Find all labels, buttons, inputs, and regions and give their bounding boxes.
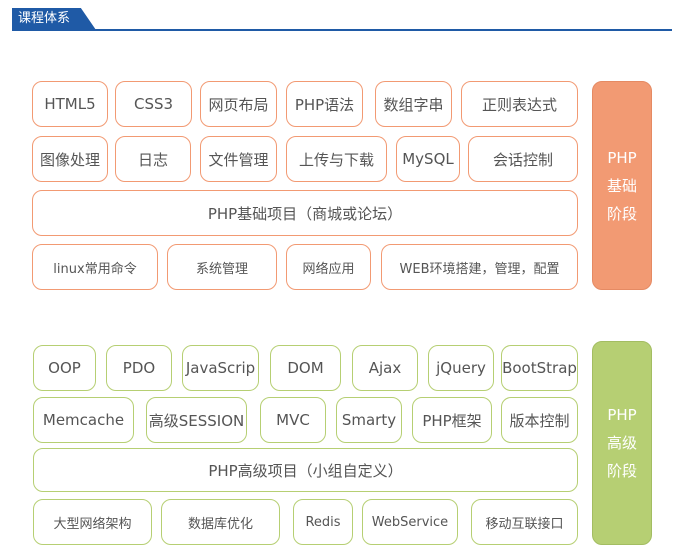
basic-stage-label: PHP 基础 阶段 — [592, 81, 652, 290]
topic-box: BootStrap — [501, 345, 578, 391]
topic-box: PHP语法 — [286, 81, 363, 127]
topic-box: 网络应用 — [286, 244, 371, 290]
stage-label-line: PHP — [607, 148, 637, 167]
topic-box: CSS3 — [115, 81, 192, 127]
topic-box: OOP — [33, 345, 96, 391]
stage-label-line: 高级 — [606, 434, 637, 452]
topic-box: 版本控制 — [501, 397, 578, 443]
topic-box: 移动互联接口 — [471, 499, 578, 545]
topic-box: Redis — [293, 499, 353, 545]
topic-box: 网页布局 — [200, 81, 277, 127]
topic-box: 系统管理 — [167, 244, 277, 290]
topic-box: JavaScrip — [182, 345, 259, 391]
stage-label-line: 基础 — [606, 176, 637, 195]
project-box: PHP基础项目（商城或论坛） — [32, 190, 578, 236]
topic-box: 图像处理 — [32, 136, 108, 182]
stage-label-line: 阶段 — [606, 462, 637, 480]
topic-box: PHP框架 — [412, 397, 492, 443]
topic-box: WebService — [362, 499, 458, 545]
stage-label-line: PHP — [607, 406, 637, 424]
project-box: PHP高级项目（小组自定义） — [33, 448, 578, 492]
section-title: 课程体系 — [12, 8, 96, 30]
header-divider — [12, 29, 672, 31]
topic-box: jQuery — [428, 345, 494, 391]
topic-box: 正则表达式 — [461, 81, 578, 127]
topic-box: linux常用命令 — [32, 244, 158, 290]
topic-box: MySQL — [396, 136, 460, 182]
topic-box: 大型网络架构 — [33, 499, 152, 545]
topic-box: 数组字串 — [375, 81, 452, 127]
topic-box: 文件管理 — [200, 136, 277, 182]
topic-box: Smarty — [336, 397, 402, 443]
stage-label-line: 阶段 — [606, 204, 637, 223]
topic-box: MVC — [260, 397, 326, 443]
topic-box: HTML5 — [32, 81, 108, 127]
topic-box: WEB环境搭建，管理，配置 — [381, 244, 578, 290]
topic-box: PDO — [106, 345, 172, 391]
topic-box: 日志 — [115, 136, 191, 182]
topic-box: DOM — [270, 345, 341, 391]
topic-box: 数据库优化 — [161, 499, 280, 545]
topic-box: 上传与下载 — [286, 136, 387, 182]
topic-box: Memcache — [33, 397, 134, 443]
topic-box: 高级SESSION — [146, 397, 247, 443]
topic-box: 会话控制 — [468, 136, 578, 182]
topic-box: Ajax — [352, 345, 418, 391]
advanced-stage-label: PHP 高级 阶段 — [592, 341, 652, 545]
